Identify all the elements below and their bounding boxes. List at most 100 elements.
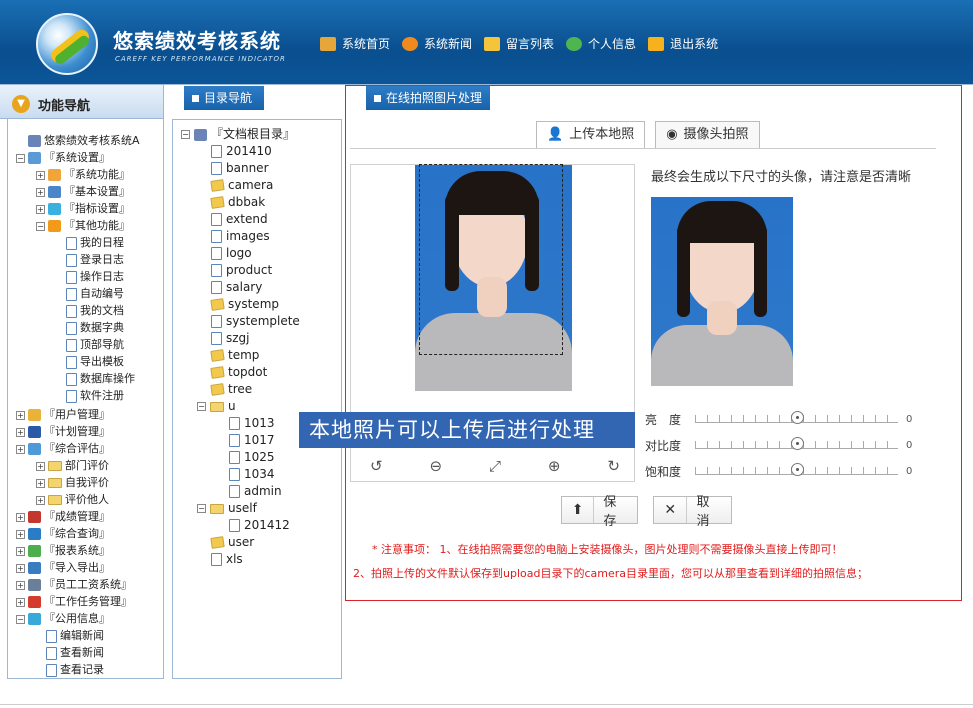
nav-tree-item[interactable]: + 『成绩管理』 (16, 509, 110, 525)
tab-camera[interactable]: ◉ 摄像头拍照 (655, 121, 760, 148)
zoom-in-icon[interactable]: ⊕ (548, 457, 561, 475)
nav-tree-item[interactable]: + 『员工工资系统』 (16, 577, 132, 593)
expand-icon[interactable]: + (16, 563, 25, 573)
contrast-knob[interactable] (791, 437, 804, 450)
saturation-knob[interactable] (791, 463, 804, 476)
expand-icon[interactable]: + (16, 512, 25, 522)
expand-icon[interactable]: + (16, 580, 25, 590)
nav-tree-item[interactable]: 数据字典 (66, 320, 124, 336)
nav-tree-item[interactable]: + 自我评价 (36, 475, 109, 491)
expand-icon[interactable]: + (36, 170, 45, 180)
collapse-icon[interactable]: − (181, 130, 190, 139)
nav-tree-item[interactable]: 查看记录 (46, 662, 104, 678)
cancel-button[interactable]: ✕ 取消 (653, 495, 732, 529)
dir-item[interactable]: product (211, 262, 272, 279)
nav-tree-item[interactable]: + 『工作任务管理』 (16, 594, 132, 610)
dir-item[interactable]: extend (211, 211, 268, 228)
dir-root[interactable]: − 『文档根目录』 (181, 126, 295, 143)
collapse-icon[interactable]: − (197, 402, 206, 411)
nav-home[interactable]: 系统首页 (320, 35, 390, 52)
nav-tree-item[interactable]: 导出模板 (66, 354, 124, 370)
zoom-out-icon[interactable]: ⊖ (429, 457, 442, 475)
expand-icon[interactable]: + (36, 204, 45, 214)
nav-tree-item[interactable]: + 『指标设置』 (36, 201, 130, 217)
nav-tree-item[interactable]: 我的日程 (66, 235, 124, 251)
brightness-track[interactable] (695, 411, 898, 424)
dir-item[interactable]: szgj (211, 330, 250, 347)
nav-tree-item[interactable]: 查看新闻 (46, 645, 104, 661)
nav-tree-item[interactable]: + 『报表系统』 (16, 543, 110, 559)
rotate-left-icon[interactable]: ↺ (370, 457, 383, 475)
dir-item[interactable]: admin (229, 483, 282, 500)
nav-tree-item[interactable]: 登录日志 (66, 252, 124, 268)
dir-item[interactable]: systemplete (211, 313, 300, 330)
save-button[interactable]: ⬆ 保存 (561, 495, 638, 529)
expand-icon[interactable]: − (16, 153, 25, 163)
nav-tree-item[interactable]: 数据库操作 (66, 371, 135, 387)
fit-icon[interactable]: ⤢ (489, 457, 501, 475)
dir-item[interactable]: 201412 (229, 517, 290, 534)
nav-tree-item[interactable]: + 『导入导出』 (16, 560, 110, 576)
nav-tree-item[interactable]: + 『基本设置』 (36, 184, 130, 200)
expand-icon[interactable]: + (36, 187, 45, 197)
nav-tree-item[interactable]: + 部门评价 (36, 458, 109, 474)
dir-item[interactable]: 1013 (229, 415, 275, 432)
nav-tree-item[interactable]: + 『综合查询』 (16, 526, 110, 542)
nav-tree-item[interactable]: 操作日志 (66, 269, 124, 285)
nav-tree-item[interactable]: 编辑新闻 (46, 628, 104, 644)
dir-item[interactable]: banner (211, 160, 269, 177)
contrast-track[interactable] (695, 437, 898, 450)
dir-item[interactable]: 1025 (229, 449, 275, 466)
nav-tree-item[interactable]: − 『其他功能』 (36, 218, 130, 234)
nav-tree-item[interactable]: 悠索绩效考核系统A (28, 133, 140, 149)
crop-selection[interactable] (419, 164, 563, 355)
expand-icon[interactable]: + (16, 410, 25, 420)
tab-upload-local[interactable]: 👤 上传本地照 (536, 121, 646, 148)
expand-icon[interactable]: − (36, 221, 45, 231)
dir-item[interactable]: images (211, 228, 270, 245)
nav-news[interactable]: 系统新闻 (402, 35, 472, 52)
collapse-icon[interactable]: − (197, 504, 206, 513)
dir-item[interactable]: logo (211, 245, 252, 262)
dir-item[interactable]: − u (197, 398, 236, 415)
expand-icon[interactable]: − (16, 614, 25, 624)
dir-item[interactable]: salary (211, 279, 262, 296)
rotate-right-icon[interactable]: ↻ (607, 457, 620, 475)
brightness-slider[interactable]: 亮 度 0 (645, 410, 912, 428)
nav-tree-item[interactable]: 软件注册 (66, 388, 124, 404)
nav-tree-item[interactable]: 顶部导航 (66, 337, 124, 353)
saturation-track[interactable] (695, 463, 898, 476)
nav-logout[interactable]: 退出系统 (648, 35, 718, 52)
dir-item[interactable]: 1034 (229, 466, 275, 483)
nav-tree-item[interactable]: + 『综合评估』 (16, 441, 110, 457)
dir-item[interactable]: systemp (210, 296, 279, 313)
nav-tree-item[interactable]: 我的文档 (66, 303, 124, 319)
dir-item[interactable]: xls (211, 551, 243, 568)
dir-item[interactable]: temp (210, 347, 259, 364)
expand-icon[interactable]: + (36, 478, 45, 488)
contrast-slider[interactable]: 对比度 0 (645, 436, 912, 454)
nav-tree-item[interactable]: + 『用户管理』 (16, 407, 110, 423)
expand-icon[interactable]: + (36, 495, 45, 505)
dir-item[interactable]: topdot (210, 364, 267, 381)
nav-tree-item[interactable]: − 『系统设置』 (16, 150, 110, 166)
expand-icon[interactable]: + (16, 597, 25, 607)
expand-icon[interactable]: + (16, 529, 25, 539)
dir-item[interactable]: dbbak (210, 194, 265, 211)
expand-icon[interactable]: + (16, 546, 25, 556)
dir-item[interactable]: tree (210, 381, 252, 398)
dir-item[interactable]: user (210, 534, 254, 551)
nav-tree-item[interactable]: − 『公用信息』 (16, 611, 110, 627)
expand-icon[interactable]: + (36, 461, 45, 471)
nav-profile[interactable]: 个人信息 (566, 35, 636, 52)
dir-item[interactable]: − uself (197, 500, 257, 517)
nav-tree-item[interactable]: 自动编号 (66, 286, 124, 302)
dir-item[interactable]: 1017 (229, 432, 275, 449)
nav-tree-item[interactable]: + 『计划管理』 (16, 424, 110, 440)
tab-photo-processing[interactable]: 在线拍照图片处理 (366, 86, 490, 110)
expand-icon[interactable]: + (16, 444, 25, 454)
dir-item[interactable]: camera (210, 177, 273, 194)
dir-item[interactable]: 201410 (211, 143, 272, 160)
expand-icon[interactable]: + (16, 427, 25, 437)
brightness-knob[interactable] (791, 411, 804, 424)
